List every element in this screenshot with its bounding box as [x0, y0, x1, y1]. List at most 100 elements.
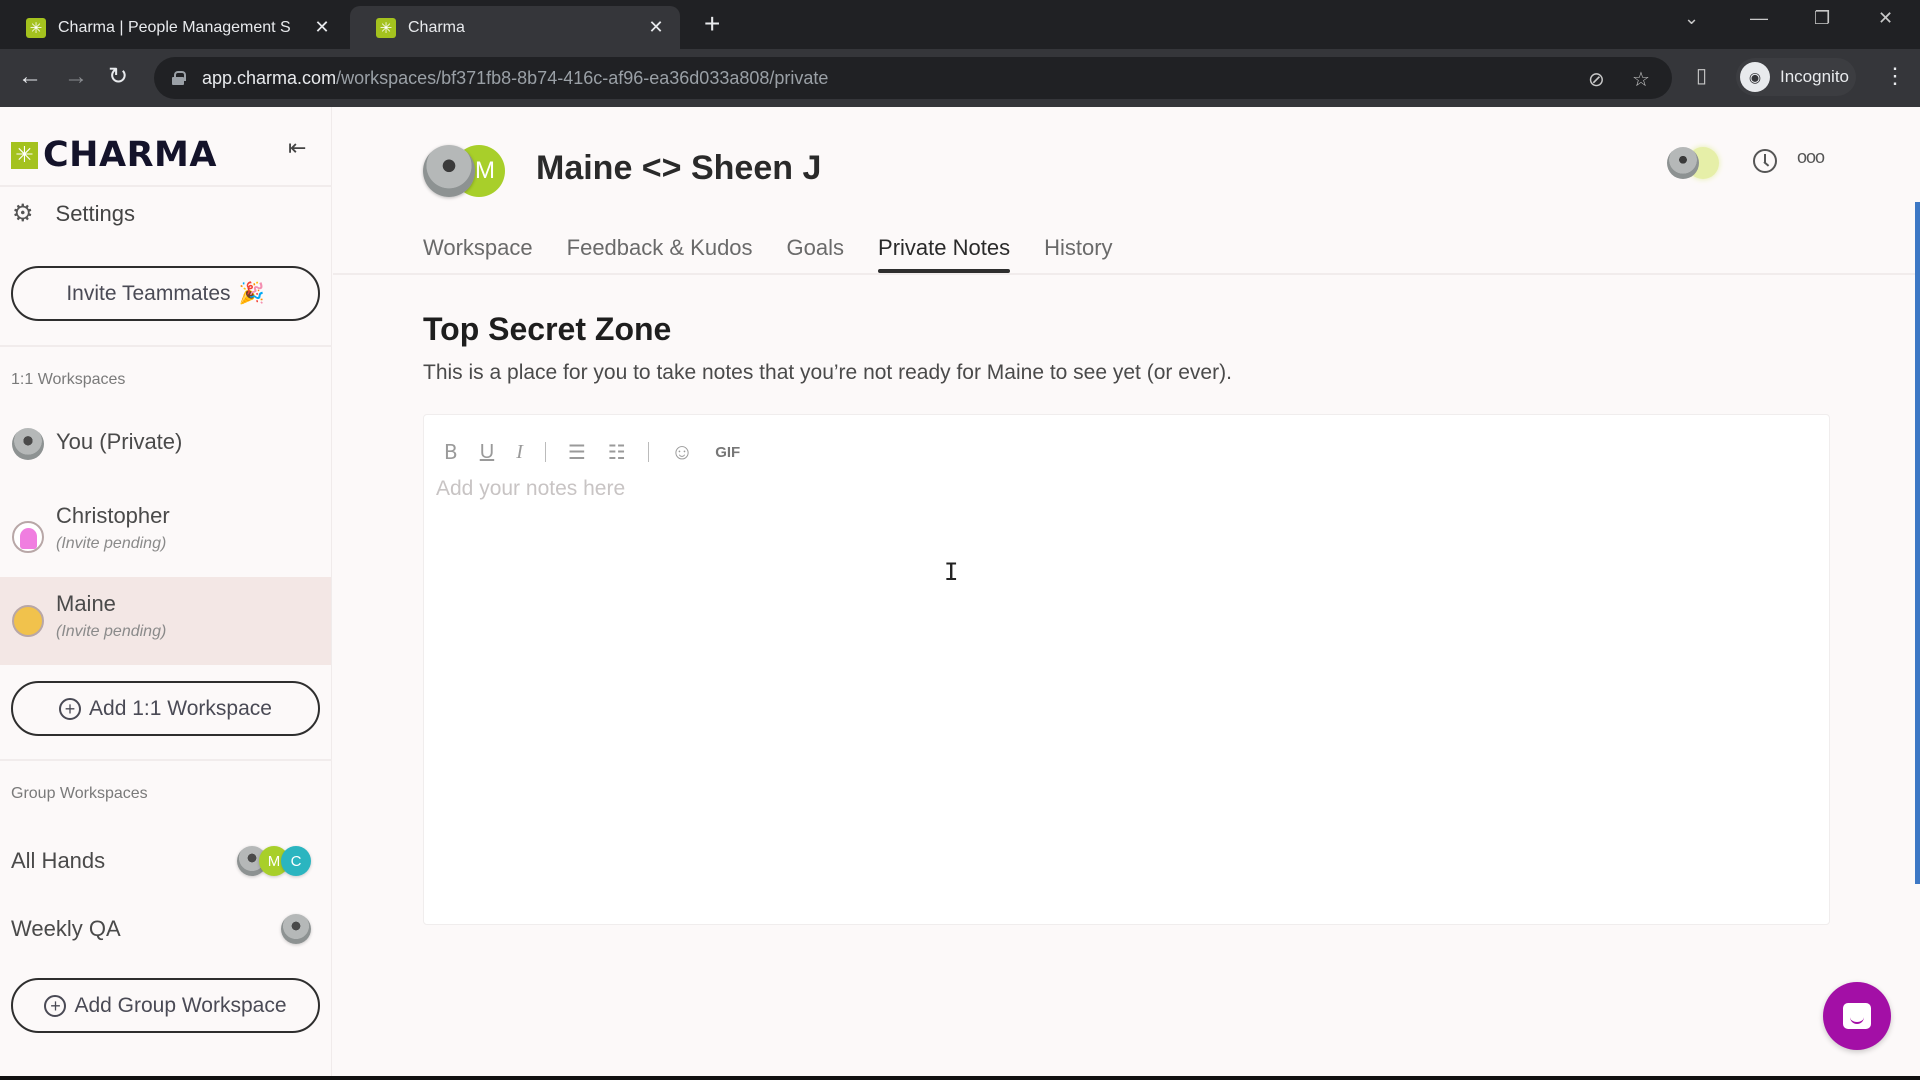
section-description: This is a place for you to take notes th…	[423, 361, 1232, 384]
workspace-item-christopher[interactable]: Christopher (Invite pending)	[0, 491, 331, 577]
charma-logo[interactable]: ✳ CHARMA	[11, 135, 217, 175]
tab-search-icon[interactable]: ⌄	[1684, 8, 1699, 29]
sidebar-item-settings[interactable]: ⚙ Settings	[12, 199, 135, 228]
add-group-workspace-button[interactable]: + Add Group Workspace	[11, 978, 320, 1033]
underline-icon[interactable]: U	[480, 441, 494, 464]
workspace-name: You (Private)	[56, 429, 183, 454]
add-one-on-one-label: Add 1:1 Workspace	[89, 696, 272, 720]
more-options-icon[interactable]: ooo	[1797, 147, 1825, 168]
avatar	[1667, 147, 1699, 179]
tab-title: Charma | People Management S	[58, 18, 291, 36]
lock-icon	[172, 71, 186, 85]
group-name: All Hands	[11, 848, 106, 873]
workspace-name: Christopher	[56, 503, 170, 528]
chat-icon	[1843, 1003, 1871, 1029]
chat-support-button[interactable]	[1823, 982, 1891, 1050]
avatar	[12, 428, 44, 460]
browser-tab-charma[interactable]: ✳ Charma ✕	[350, 6, 680, 49]
bookmark-star-icon[interactable]: ☆	[1632, 67, 1650, 92]
page-title: Maine <> Sheen J	[536, 149, 822, 187]
side-panel-icon[interactable]: ▯	[1696, 63, 1707, 88]
bold-icon[interactable]: B	[444, 440, 458, 464]
invite-label: Invite Teammates	[66, 281, 231, 305]
invite-pending-label: (Invite pending)	[56, 623, 167, 640]
new-tab-button[interactable]: +	[704, 10, 720, 38]
minimize-icon[interactable]: —	[1750, 8, 1768, 29]
bullet-list-icon[interactable]: ☰	[568, 440, 586, 465]
close-tab-icon[interactable]: ✕	[312, 17, 332, 38]
toolbar-separator	[647, 442, 649, 462]
logo-text: CHARMA	[43, 135, 217, 175]
divider	[0, 759, 332, 761]
member-avatars[interactable]	[1667, 145, 1727, 181]
plus-circle-icon: +	[59, 697, 82, 720]
one-on-one-workspaces-heading: 1:1 Workspaces	[11, 371, 126, 388]
charma-logo-mark-icon: ✳	[11, 141, 38, 169]
notes-input[interactable]	[436, 471, 1816, 911]
workspace-tabs: Workspace Feedback & Kudos Goals Private…	[423, 235, 1113, 273]
workspace-name: Maine	[56, 591, 116, 616]
scrollbar[interactable]	[1915, 202, 1920, 884]
workspace-participants-avatars: M	[423, 145, 519, 199]
sidebar: ✳ CHARMA ⇤ ⚙ Settings Invite Teammates 🎉…	[0, 107, 332, 1080]
forward-icon[interactable]: →	[64, 63, 88, 91]
main-content: M Maine <> Sheen J ooo Workspace Feedbac…	[333, 107, 1920, 1080]
group-workspaces-heading: Group Workspaces	[11, 785, 148, 802]
browser-tab-charma-people-management[interactable]: ✳ Charma | People Management S ✕	[0, 6, 346, 49]
avatar	[281, 914, 311, 944]
party-popper-icon: 🎉	[238, 281, 265, 305]
window-close-icon[interactable]: ✕	[1878, 8, 1893, 29]
collapse-sidebar-icon[interactable]: ⇤	[288, 135, 306, 161]
url-host: app.charma.com	[202, 67, 337, 88]
avatar	[12, 521, 44, 553]
group-workspace-item-all-hands[interactable]: All Hands M C	[11, 841, 311, 881]
clock-icon[interactable]	[1753, 149, 1777, 173]
toolbar-separator	[544, 442, 546, 462]
divider	[333, 273, 1920, 275]
gif-button[interactable]: GIF	[715, 444, 740, 461]
text-cursor-icon: I	[944, 558, 959, 586]
plus-circle-icon: +	[44, 994, 67, 1017]
url-path: /workspaces/bf371fb8-8b74-416c-af96-ea36…	[336, 67, 829, 88]
restore-icon[interactable]: ❐	[1814, 8, 1830, 29]
tab-goals[interactable]: Goals	[787, 235, 844, 271]
close-tab-icon[interactable]: ✕	[646, 17, 666, 38]
settings-label: Settings	[55, 200, 136, 226]
browser-toolbar: ← → ↻ app.charma.com/workspaces/bf371fb8…	[0, 49, 1920, 107]
divider	[0, 185, 332, 187]
section-title: Top Secret Zone	[423, 311, 672, 347]
tab-private-notes[interactable]: Private Notes	[878, 235, 1011, 273]
italic-icon[interactable]: I	[516, 441, 523, 464]
invite-pending-label: (Invite pending)	[56, 535, 167, 552]
gear-icon: ⚙	[12, 200, 34, 227]
taskbar-edge	[0, 1076, 1920, 1080]
invite-teammates-button[interactable]: Invite Teammates 🎉	[11, 266, 320, 321]
avatar-c: C	[281, 846, 311, 876]
notes-editor: B U I ☰ ☷ ☺ GIF I	[423, 414, 1830, 925]
group-name: Weekly QA	[11, 916, 121, 941]
member-avatar-stack	[281, 914, 311, 944]
workspace-item-maine[interactable]: Maine (Invite pending)	[0, 577, 331, 665]
tab-title: Charma	[408, 18, 465, 36]
reload-icon[interactable]: ↻	[108, 63, 128, 91]
tab-history[interactable]: History	[1044, 235, 1112, 271]
address-bar[interactable]: app.charma.com/workspaces/bf371fb8-8b74-…	[154, 57, 1672, 99]
emoji-icon[interactable]: ☺	[671, 439, 693, 465]
incognito-label: Incognito	[1780, 67, 1849, 86]
charma-favicon-icon: ✳	[26, 17, 46, 38]
tab-workspace[interactable]: Workspace	[423, 235, 533, 271]
tab-feedback-kudos[interactable]: Feedback & Kudos	[567, 235, 753, 271]
group-workspace-item-weekly-qa[interactable]: Weekly QA	[11, 909, 311, 949]
add-one-on-one-workspace-button[interactable]: + Add 1:1 Workspace	[11, 681, 320, 736]
add-group-label: Add Group Workspace	[74, 993, 287, 1017]
workspace-item-you-private[interactable]: You (Private)	[0, 419, 331, 469]
browser-menu-icon[interactable]: ⋮	[1884, 63, 1906, 89]
incognito-icon: ◉	[1740, 62, 1770, 92]
incognito-profile-button[interactable]: ◉ Incognito	[1736, 58, 1856, 96]
tracking-eye-off-icon[interactable]: ⊘	[1588, 67, 1605, 92]
numbered-list-icon[interactable]: ☷	[608, 440, 626, 465]
divider	[0, 345, 332, 347]
back-icon[interactable]: ←	[18, 63, 42, 91]
editor-toolbar: B U I ☰ ☷ ☺ GIF	[444, 439, 740, 465]
avatar	[12, 605, 44, 637]
